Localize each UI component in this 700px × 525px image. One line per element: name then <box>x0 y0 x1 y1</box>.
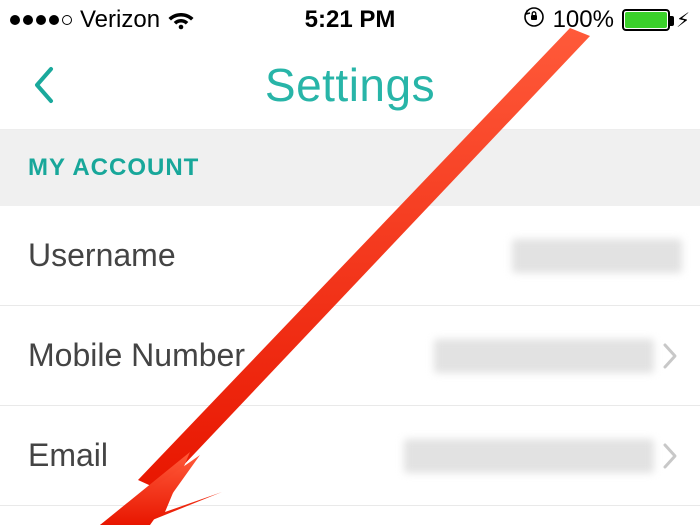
charging-icon: ⚡︎ <box>676 8 690 33</box>
battery-pct: 100% <box>553 6 614 34</box>
chevron-right-icon <box>662 342 682 370</box>
section-header-my-account: MY ACCOUNT <box>0 130 700 206</box>
mobile-value-redacted <box>434 339 654 373</box>
chevron-right-icon <box>662 442 682 470</box>
row-label: Mobile Number <box>28 337 245 374</box>
battery-icon <box>622 9 670 31</box>
rotation-lock-icon <box>523 6 545 35</box>
email-value-redacted <box>404 439 654 473</box>
signal-strength-icon <box>10 15 72 25</box>
row-username[interactable]: Username <box>0 206 700 306</box>
wifi-icon <box>168 10 194 30</box>
carrier-label: Verizon <box>80 6 160 34</box>
page-title: Settings <box>265 58 435 112</box>
row-label: Email <box>28 437 108 474</box>
clock: 5:21 PM <box>305 6 396 34</box>
back-button[interactable] <box>28 62 58 108</box>
row-mobile-number[interactable]: Mobile Number <box>0 306 700 406</box>
row-label: Username <box>28 237 176 274</box>
row-email[interactable]: Email <box>0 406 700 506</box>
username-value-redacted <box>512 239 682 273</box>
status-bar: Verizon 5:21 PM 100% ⚡︎ <box>0 0 700 40</box>
nav-bar: Settings <box>0 40 700 130</box>
